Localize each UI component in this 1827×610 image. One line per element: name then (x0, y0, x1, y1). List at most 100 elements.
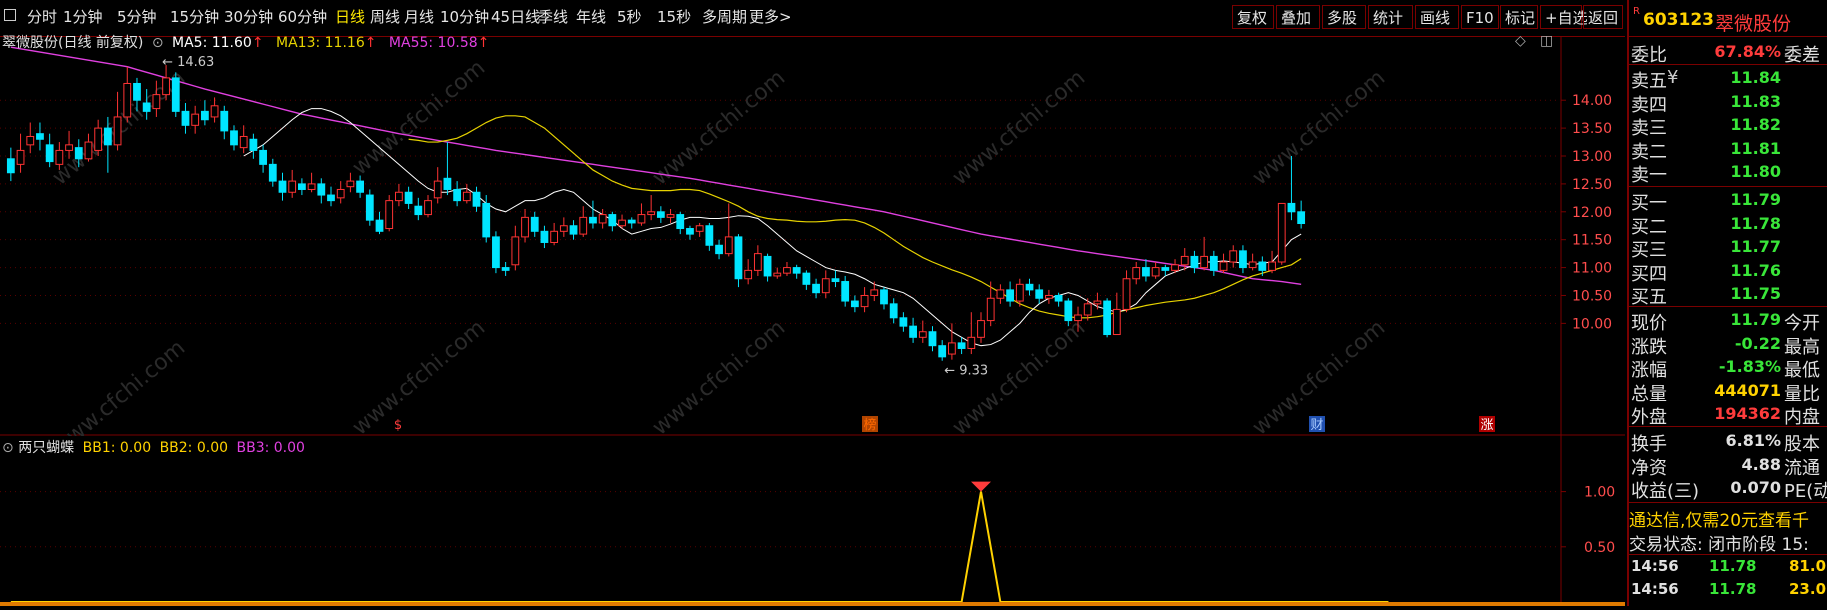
period-tab-3[interactable]: 15分钟 (170, 6, 219, 27)
candle-up (870, 289, 879, 296)
candle-up (598, 214, 607, 224)
price-chart[interactable]: 10.00 10.50 11.00 11.50 12.00 12.50 13.00 13.50… (0, 33, 1625, 461)
window-icon[interactable] (4, 9, 16, 21)
candle-up (647, 211, 656, 216)
period-tab-13[interactable]: 5秒 (617, 6, 642, 27)
candle-down (327, 194, 335, 202)
candle-down (569, 225, 578, 235)
candle-up (385, 200, 394, 230)
candle-up (1122, 278, 1131, 310)
tick-vol: 23.0 (1789, 580, 1827, 598)
candle-down (957, 342, 966, 349)
diamond-icon[interactable]: ◇ (1515, 33, 1526, 49)
candle-up (773, 272, 782, 277)
stat2-2-label: 收益(三) (1631, 481, 1700, 502)
toolbar-button-7[interactable]: +自选 (1540, 5, 1588, 29)
bid-level-0-label: 买一 (1631, 193, 1667, 214)
bottom-bar (0, 602, 1625, 606)
candle-down (841, 281, 850, 302)
period-tab-7[interactable]: 周线 (370, 6, 400, 27)
ask-level-0-value: 11.84 (1730, 68, 1781, 87)
candle-up (113, 116, 122, 146)
candle-up (210, 105, 219, 118)
candle-down (133, 82, 141, 101)
stat2-1-label: 净资 (1631, 457, 1667, 479)
price-chart-svg[interactable]: 10.00 10.50 11.00 11.50 12.00 12.50 13.00 13.50… (0, 36, 1625, 461)
watermark-text: www.cfchi.com (648, 65, 790, 190)
toolbar-button-1[interactable]: 叠加 (1276, 5, 1320, 29)
candle-up (744, 269, 753, 280)
candle-up (783, 267, 791, 274)
period-tab-12[interactable]: 年线 (576, 6, 606, 27)
period-tab-5[interactable]: 60分钟 (278, 6, 327, 27)
candle-up (579, 216, 588, 235)
indicator-chart-svg[interactable]: 0.50 1.00 (0, 436, 1625, 606)
collapse-icon[interactable]: ⊙ (152, 35, 164, 51)
toolbar-button-0[interactable]: 复权 (1232, 5, 1274, 29)
period-tab-10[interactable]: 45日线 (491, 6, 540, 27)
period-tab-16[interactable]: 更多> (749, 6, 792, 27)
period-tab-6[interactable]: 日线 (335, 6, 365, 27)
r-badge: R (1633, 6, 1640, 17)
period-tab-8[interactable]: 月线 (404, 6, 434, 27)
candle-down (365, 194, 374, 221)
toolbar-button-3[interactable]: 统计 (1368, 5, 1413, 29)
ask-level-4-row: 卖一 11.80 (1629, 161, 1827, 186)
tick-time: 14:56 (1631, 580, 1679, 598)
candle-up (1277, 202, 1286, 263)
settings-icon[interactable]: ⊙ (2, 440, 14, 456)
period-tab-11[interactable]: 季线 (538, 6, 568, 27)
candle-down (259, 149, 267, 165)
candle-down (1297, 211, 1306, 225)
panel-toggle-icon[interactable]: ◫ (1540, 33, 1553, 49)
period-tab-14[interactable]: 15秒 (657, 6, 691, 27)
price-tick-label: 11.00 (1572, 261, 1612, 277)
period-tab-15[interactable]: 多周期 (702, 6, 747, 27)
period-tab-9[interactable]: 10分钟 (440, 6, 489, 27)
candle-down (1025, 283, 1034, 291)
candle-down (375, 219, 384, 232)
toolbar-button-5[interactable]: F10 (1461, 5, 1499, 29)
toolbar-button-6[interactable]: 标记 (1500, 5, 1538, 29)
candle-down (492, 236, 500, 269)
candle-up (239, 135, 248, 149)
candle-down (938, 345, 947, 358)
candle-down (181, 110, 190, 126)
candle-down (249, 138, 258, 151)
bid-level-0-row: 买一 11.79 (1629, 189, 1827, 214)
stat-0-value: 11.79 (1730, 310, 1781, 329)
candle-down (6, 158, 15, 174)
stat-2-label2: 最低 (1784, 360, 1820, 381)
period-tab-0[interactable]: 分时 (27, 6, 57, 27)
candle-down (1035, 289, 1044, 299)
candle-up (1093, 300, 1102, 305)
event-marker: 财 (1310, 418, 1323, 433)
candle-down (909, 325, 917, 338)
candle-up (967, 336, 976, 349)
indicator-chart[interactable]: 0.50 1.00 ⊙ 两只蝴蝶 BB1: 0.00 BB2: 0.00 BB3:… (0, 436, 1625, 606)
candle-up (637, 214, 646, 224)
watermark-text: www.cfchi.com (348, 55, 490, 180)
candle-up (666, 214, 675, 218)
candle-down (1190, 255, 1199, 269)
quote-panel: R 603123 翠微股份 委比 67.84% 委差 卖五 11.84 ¥ 卖四 11.… (1627, 0, 1827, 606)
stat2-0-label2: 股本 (1784, 434, 1820, 455)
candle-down (705, 225, 714, 246)
period-tab-1[interactable]: 1分钟 (63, 6, 103, 27)
toolbar-button-2[interactable]: 多股 (1322, 5, 1366, 29)
stat-1-label: 涨跌 (1631, 336, 1667, 358)
candle-up (753, 253, 762, 271)
event-marker: $ (394, 418, 402, 433)
candle-up (918, 331, 927, 338)
bid-level-1-value: 11.78 (1730, 213, 1781, 233)
promo-text[interactable]: 通达信,仅需20元查看千 (1629, 506, 1827, 531)
stat2-2-label2: PE(动) (1784, 481, 1827, 502)
toolbar-button-8[interactable]: 返回 (1583, 5, 1623, 29)
period-tab-4[interactable]: 30分钟 (224, 6, 273, 27)
sub-tick-label: 1.00 (1584, 485, 1615, 501)
ma13-line (408, 115, 1302, 319)
candle-down (676, 214, 685, 230)
period-tab-2[interactable]: 5分钟 (117, 6, 157, 27)
toolbar-button-4[interactable]: 画线 (1415, 5, 1459, 29)
candle-down (298, 183, 306, 190)
